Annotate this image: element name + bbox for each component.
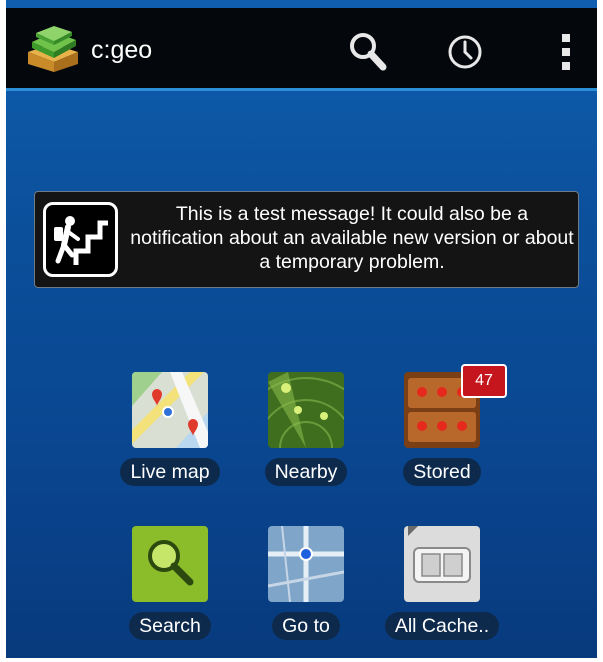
- search-button[interactable]: Search: [110, 526, 230, 646]
- nearby-radar-icon: [268, 372, 344, 448]
- all-caches-label: All Cache..: [384, 612, 500, 640]
- notification-message[interactable]: This is a test message! It could also be…: [34, 191, 579, 288]
- live-map-button[interactable]: Live map: [110, 372, 230, 492]
- goto-label: Go to: [272, 612, 340, 640]
- app-logo-icon[interactable]: [24, 22, 82, 76]
- nearby-label: Nearby: [264, 458, 348, 486]
- history-icon[interactable]: [443, 30, 487, 74]
- action-bar: c:geo: [6, 8, 597, 91]
- goto-button[interactable]: Go to: [246, 526, 366, 646]
- search-label: Search: [129, 612, 211, 640]
- search-icon[interactable]: [346, 30, 390, 74]
- goto-icon: [268, 526, 344, 602]
- overflow-menu-icon[interactable]: [544, 30, 588, 74]
- stored-count-badge: 47: [461, 364, 507, 398]
- search-magnifier-icon: [132, 526, 208, 602]
- live-map-icon: [132, 372, 208, 448]
- app-title: c:geo: [91, 36, 153, 64]
- hiker-icon: [43, 202, 118, 277]
- all-caches-icon: [404, 526, 480, 602]
- nearby-button[interactable]: Nearby: [246, 372, 366, 492]
- all-caches-button[interactable]: All Cache..: [382, 526, 502, 646]
- live-map-label: Live map: [120, 458, 220, 486]
- home-screen: c:geo This is a test message! It could a…: [6, 0, 597, 658]
- message-text: This is a test message! It could also be…: [130, 203, 574, 273]
- stored-label: Stored: [403, 458, 481, 486]
